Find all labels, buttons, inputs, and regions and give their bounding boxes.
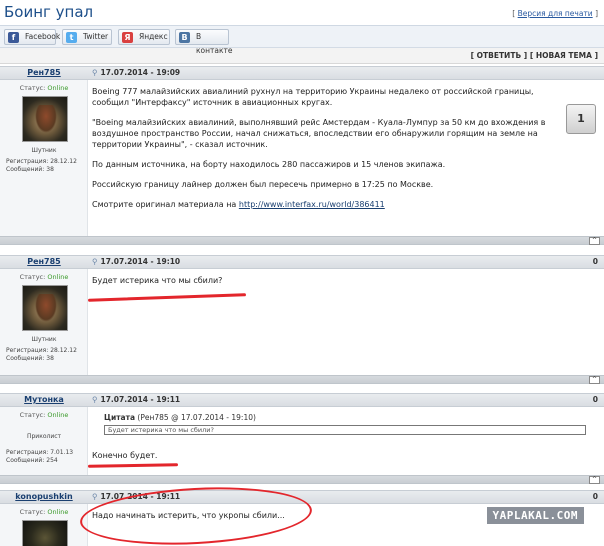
user-info: Статус: Online Шутник Регистрация: 28.12… — [0, 269, 88, 375]
user-rank: Приколист — [26, 433, 62, 440]
user-info: Статус: Online — [0, 504, 88, 546]
share-bar: f Facebook t Twitter Я Яндекс В В контак… — [0, 26, 604, 55]
post-author[interactable]: Мутонка — [0, 395, 88, 404]
post: Мутонка ⚲ 17.07.2014 - 19:11 0 Статус: On… — [0, 393, 604, 484]
share-facebook-button[interactable]: f Facebook — [4, 29, 60, 45]
post-date: ⚲ 17.07.2014 - 19:09 — [92, 68, 181, 77]
user-registration: Регистрация: 28.12.12 Сообщений: 38 — [6, 158, 77, 173]
scroll-top-icon[interactable]: ^ — [589, 376, 600, 384]
quote-box: Будет истерика что мы сбили? — [104, 425, 586, 435]
post-date: ⚲ 17.07.2014 - 19:11 — [92, 395, 181, 404]
vkontakte-icon: В — [179, 32, 190, 43]
avatar[interactable] — [22, 96, 68, 142]
facebook-icon: f — [8, 32, 19, 43]
user-rank: Шутник — [31, 336, 57, 343]
post-footer: ^ — [0, 375, 604, 384]
avatar[interactable] — [22, 285, 68, 331]
topic-actions: [ ОТВЕТИТЬ ] [ НОВАЯ ТЕМА ] — [0, 48, 604, 64]
red-underline — [87, 293, 247, 302]
scroll-top-icon[interactable]: ^ — [589, 476, 600, 484]
avatar[interactable] — [22, 520, 68, 546]
post-header: Мутонка ⚲ 17.07.2014 - 19:11 0 — [0, 393, 604, 407]
user-status: Статус: Online — [19, 411, 69, 419]
user-registration: Регистрация: 7.01.13 Сообщений: 254 — [6, 449, 74, 464]
topic-title: Боинг упал — [4, 3, 94, 21]
post-body: Статус: Online Шутник Регистрация: 28.12… — [0, 269, 604, 375]
share-yandex-button[interactable]: Я Яндекс — [118, 29, 170, 45]
share-twitter-button[interactable]: t Twitter — [62, 29, 112, 45]
post-author[interactable]: Рен785 — [0, 68, 88, 77]
post: Рен785 ⚲ 17.07.2014 - 19:09 Статус: Onlin… — [0, 66, 604, 245]
post-header: Рен785 ⚲ 17.07.2014 - 19:09 — [0, 66, 604, 80]
print-version-link[interactable]: Версия для печати — [518, 9, 593, 18]
post-votes[interactable]: 0 — [593, 492, 598, 501]
post: Рен785 ⚲ 17.07.2014 - 19:10 0 Статус: Onl… — [0, 255, 604, 384]
new-topic-button[interactable]: НОВАЯ ТЕМА — [536, 51, 592, 60]
post-text: Конечно будет. — [92, 451, 158, 460]
pin-icon: ⚲ — [92, 492, 98, 501]
user-status: Статус: Online — [19, 84, 69, 92]
user-info: Статус: Online Шутник Регистрация: 28.12… — [0, 80, 88, 236]
user-rank: Шутник — [31, 147, 57, 154]
post-author[interactable]: Рен785 — [0, 257, 88, 266]
user-info: Статус: Online Приколист Регистрация: 7.… — [0, 407, 88, 475]
post-body: Статус: Online Шутник Регистрация: 28.12… — [0, 80, 604, 236]
post-text: Будет истерика что мы сбили? — [92, 276, 223, 285]
post-votes[interactable]: 0 — [593, 395, 598, 404]
topic-header: Боинг упал [ Версия для печати ] — [0, 0, 604, 26]
post-votes[interactable]: 0 — [593, 257, 598, 266]
scroll-top-icon[interactable]: ^ — [589, 237, 600, 245]
post-footer: ^ — [0, 236, 604, 245]
user-status: Статус: Online — [19, 508, 69, 516]
source-link[interactable]: http://www.interfax.ru/world/386411 — [239, 200, 385, 209]
site-watermark: YAPLAKAL.COM — [486, 507, 584, 524]
share-vkontakte-button[interactable]: В В контакте — [175, 29, 233, 55]
user-status: Статус: Online — [19, 273, 69, 281]
print-version: [ Версия для печати ] — [512, 9, 598, 18]
post-text: Boeing 777 малайзийских авиалиний рухнул… — [92, 87, 546, 209]
pin-icon: ⚲ — [92, 395, 98, 404]
post-author[interactable]: konopushkin — [0, 492, 88, 501]
quote-header: Цитата (Рен785 @ 17.07.2014 - 19:10) — [104, 413, 256, 422]
post-date: ⚲ 17.07.2014 - 19:10 — [92, 257, 181, 266]
yandex-icon: Я — [122, 32, 133, 43]
post-header: Рен785 ⚲ 17.07.2014 - 19:10 0 — [0, 255, 604, 269]
post-footer: ^ — [0, 475, 604, 484]
red-underline — [87, 463, 179, 468]
reply-button[interactable]: ОТВЕТИТЬ — [477, 51, 522, 60]
rating-badge[interactable]: 1 — [566, 104, 596, 134]
pin-icon: ⚲ — [92, 68, 98, 77]
twitter-icon: t — [66, 32, 77, 43]
user-registration: Регистрация: 28.12.12 Сообщений: 38 — [6, 347, 77, 362]
pin-icon: ⚲ — [92, 257, 98, 266]
post-body: Статус: Online Приколист Регистрация: 7.… — [0, 407, 604, 475]
